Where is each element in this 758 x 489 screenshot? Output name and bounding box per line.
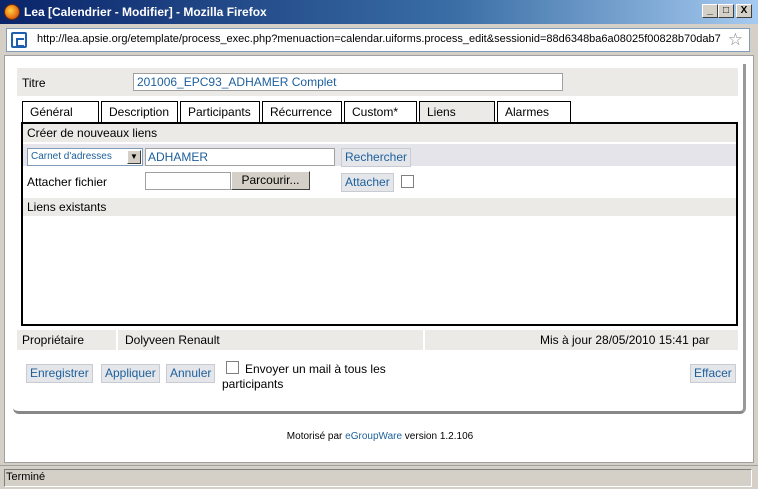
minimize-button[interactable]: _ bbox=[702, 4, 718, 18]
send-mail-checkbox[interactable] bbox=[226, 361, 239, 374]
site-favicon-icon bbox=[11, 32, 27, 48]
powered-by: Motorisé par eGroupWare version 1.2.106 bbox=[5, 431, 755, 442]
search-button[interactable]: Rechercher bbox=[341, 148, 412, 167]
attach-option-checkbox[interactable] bbox=[401, 175, 414, 188]
status-panel bbox=[4, 469, 752, 487]
send-mail-label-line2: participants bbox=[222, 377, 284, 391]
create-links-heading: Créer de nouveaux liens bbox=[23, 124, 736, 142]
tab-general[interactable]: Général bbox=[22, 101, 99, 122]
tab-participants[interactable]: Participants bbox=[180, 101, 260, 122]
attach-button[interactable]: Attacher bbox=[341, 173, 394, 192]
cancel-button[interactable]: Annuler bbox=[166, 364, 216, 383]
application-select-value: Carnet d'adresses bbox=[31, 151, 112, 162]
link-search-input[interactable]: ADHAMER bbox=[145, 148, 335, 166]
delete-button[interactable]: Effacer bbox=[690, 364, 736, 383]
close-button[interactable]: X bbox=[736, 4, 752, 18]
status-bar: Terminé bbox=[0, 465, 758, 489]
tab-links[interactable]: Liens bbox=[419, 101, 495, 122]
tab-custom[interactable]: Custom* bbox=[344, 101, 417, 122]
owner-value: Dolyveen Renault bbox=[125, 333, 220, 347]
chevron-down-icon: ▼ bbox=[127, 150, 141, 164]
status-text: Terminé bbox=[6, 471, 46, 483]
send-mail-label-line1: Envoyer un mail à tous les bbox=[245, 362, 386, 376]
tab-recurrence[interactable]: Récurrence bbox=[262, 101, 342, 122]
owner-divider bbox=[116, 330, 118, 350]
title-input[interactable]: 201006_EPC93_ADHAMER Complet bbox=[133, 73, 563, 91]
browse-button[interactable]: Parcourir... bbox=[231, 171, 310, 190]
updated-info: Mis à jour 28/05/2010 15:41 par bbox=[540, 333, 710, 347]
attach-file-label: Attacher fichier bbox=[27, 175, 108, 189]
egroupware-link[interactable]: eGroupWare bbox=[345, 431, 402, 442]
application-select[interactable]: Carnet d'adresses ▼ bbox=[27, 148, 143, 166]
bookmark-star-icon[interactable]: ☆ bbox=[728, 30, 743, 50]
window-title: Lea [Calendrier - Modifier] - Mozilla Fi… bbox=[24, 5, 267, 19]
owner-label: Propriétaire bbox=[22, 333, 85, 347]
title-label: Titre bbox=[22, 76, 46, 90]
powered-by-prefix: Motorisé par bbox=[286, 431, 346, 442]
tab-alarms[interactable]: Alarmes bbox=[497, 101, 571, 122]
edit-form-panel: Titre 201006_EPC93_ADHAMER Complet Génér… bbox=[13, 64, 746, 414]
firefox-icon bbox=[4, 4, 20, 20]
tab-description[interactable]: Description bbox=[101, 101, 178, 122]
save-button[interactable]: Enregistrer bbox=[26, 364, 93, 383]
links-tab-panel: Créer de nouveaux liens Carnet d'adresse… bbox=[21, 122, 738, 326]
existing-links-list bbox=[23, 216, 736, 324]
apply-button[interactable]: Appliquer bbox=[101, 364, 160, 383]
maximize-button[interactable]: □ bbox=[718, 4, 734, 18]
page-content: Titre 201006_EPC93_ADHAMER Complet Génér… bbox=[4, 55, 754, 463]
address-bar[interactable]: http://lea.apsie.org/etemplate/process_e… bbox=[6, 28, 750, 52]
window-titlebar: Lea [Calendrier - Modifier] - Mozilla Fi… bbox=[0, 0, 758, 24]
updated-divider bbox=[423, 330, 425, 350]
file-path-input[interactable] bbox=[145, 172, 231, 190]
address-url[interactable]: http://lea.apsie.org/etemplate/process_e… bbox=[37, 33, 721, 45]
existing-links-heading: Liens existants bbox=[23, 198, 736, 216]
powered-by-suffix: version 1.2.106 bbox=[402, 431, 474, 442]
